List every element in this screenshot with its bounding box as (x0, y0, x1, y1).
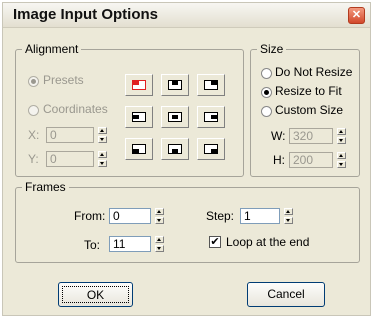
alignment-position-icon (168, 144, 182, 154)
align-top-right-button[interactable] (197, 74, 225, 96)
image-input-options-dialog: Image Input Options ✕ Alignment Presets … (2, 2, 371, 316)
width-spinner[interactable]: 320 (289, 128, 347, 144)
align-center-button[interactable] (161, 106, 189, 128)
x-label: X: (28, 128, 40, 142)
align-bottom-right-button[interactable] (197, 138, 225, 160)
frames-legend: Frames (22, 179, 69, 195)
spinner-arrows-icon[interactable] (337, 152, 346, 168)
loop-label: Loop at the end (226, 235, 310, 249)
x-input[interactable]: 0 (46, 127, 94, 143)
step-spinner[interactable]: 1 (240, 208, 294, 224)
alignment-legend: Alignment (22, 41, 82, 57)
height-spinner[interactable]: 200 (289, 152, 347, 168)
spinner-arrows-icon[interactable] (337, 128, 346, 144)
close-icon[interactable]: ✕ (348, 7, 365, 24)
align-bottom-left-button[interactable] (125, 138, 153, 160)
spinner-arrows-icon[interactable] (155, 236, 164, 252)
spinner-arrows-icon[interactable] (98, 151, 107, 167)
y-label: Y: (28, 152, 39, 166)
height-input[interactable]: 200 (289, 152, 333, 168)
alignment-position-icon (132, 80, 146, 90)
alignment-position-icon (204, 112, 218, 122)
h-label: H: (273, 153, 285, 167)
coordinates-radio[interactable] (28, 105, 39, 116)
presets-radio[interactable] (28, 76, 39, 87)
resize-to-fit-label: Resize to Fit (275, 84, 342, 98)
coordinates-label: Coordinates (43, 102, 108, 116)
frames-group: Frames From: 0 To: 11 Step: 1 ✔ Loop at … (15, 179, 360, 263)
custom-size-label: Custom Size (275, 103, 344, 117)
alignment-group: Alignment Presets Coordinates X: 0 Y: 0 (15, 41, 244, 177)
spinner-arrows-icon[interactable] (98, 127, 107, 143)
do-not-resize-radio[interactable] (261, 68, 272, 79)
align-bottom-center-button[interactable] (161, 138, 189, 160)
alignment-position-icon (168, 112, 182, 122)
presets-label: Presets (43, 73, 84, 87)
width-input[interactable]: 320 (289, 128, 333, 144)
y-input[interactable]: 0 (46, 151, 94, 167)
alignment-position-icon (168, 80, 182, 90)
alignment-position-icon (132, 112, 146, 122)
y-spinner[interactable]: 0 (46, 151, 108, 167)
cancel-button[interactable]: Cancel (247, 282, 325, 307)
alignment-position-icon (204, 80, 218, 90)
checkmark-icon: ✔ (210, 236, 220, 248)
title-bar[interactable]: Image Input Options ✕ (3, 3, 370, 28)
step-label: Step: (206, 209, 235, 223)
step-input[interactable]: 1 (240, 208, 280, 224)
size-group: Size Do Not Resize Resize to Fit Custom … (250, 41, 360, 177)
loop-checkbox[interactable]: ✔ (209, 236, 221, 248)
to-label: To: (84, 238, 101, 252)
align-middle-left-button[interactable] (125, 106, 153, 128)
from-input[interactable]: 0 (109, 208, 151, 224)
spinner-arrows-icon[interactable] (155, 208, 164, 224)
alignment-position-icon (132, 144, 146, 154)
custom-size-radio[interactable] (261, 106, 272, 117)
size-legend: Size (257, 41, 287, 57)
to-input[interactable]: 11 (109, 236, 151, 252)
alignment-position-icon (204, 144, 218, 154)
align-top-center-button[interactable] (161, 74, 189, 96)
do-not-resize-label: Do Not Resize (275, 65, 353, 79)
spinner-arrows-icon[interactable] (284, 208, 293, 224)
align-middle-right-button[interactable] (197, 106, 225, 128)
to-spinner[interactable]: 11 (109, 236, 165, 252)
from-label: From: (74, 209, 106, 223)
ok-button[interactable]: OK (58, 282, 133, 307)
ok-label: OK (62, 286, 129, 303)
from-spinner[interactable]: 0 (109, 208, 165, 224)
x-spinner[interactable]: 0 (46, 127, 108, 143)
align-top-left-button[interactable] (125, 74, 153, 96)
dialog-title: Image Input Options (13, 6, 158, 23)
resize-to-fit-radio[interactable] (261, 87, 272, 98)
w-label: W: (271, 129, 286, 143)
